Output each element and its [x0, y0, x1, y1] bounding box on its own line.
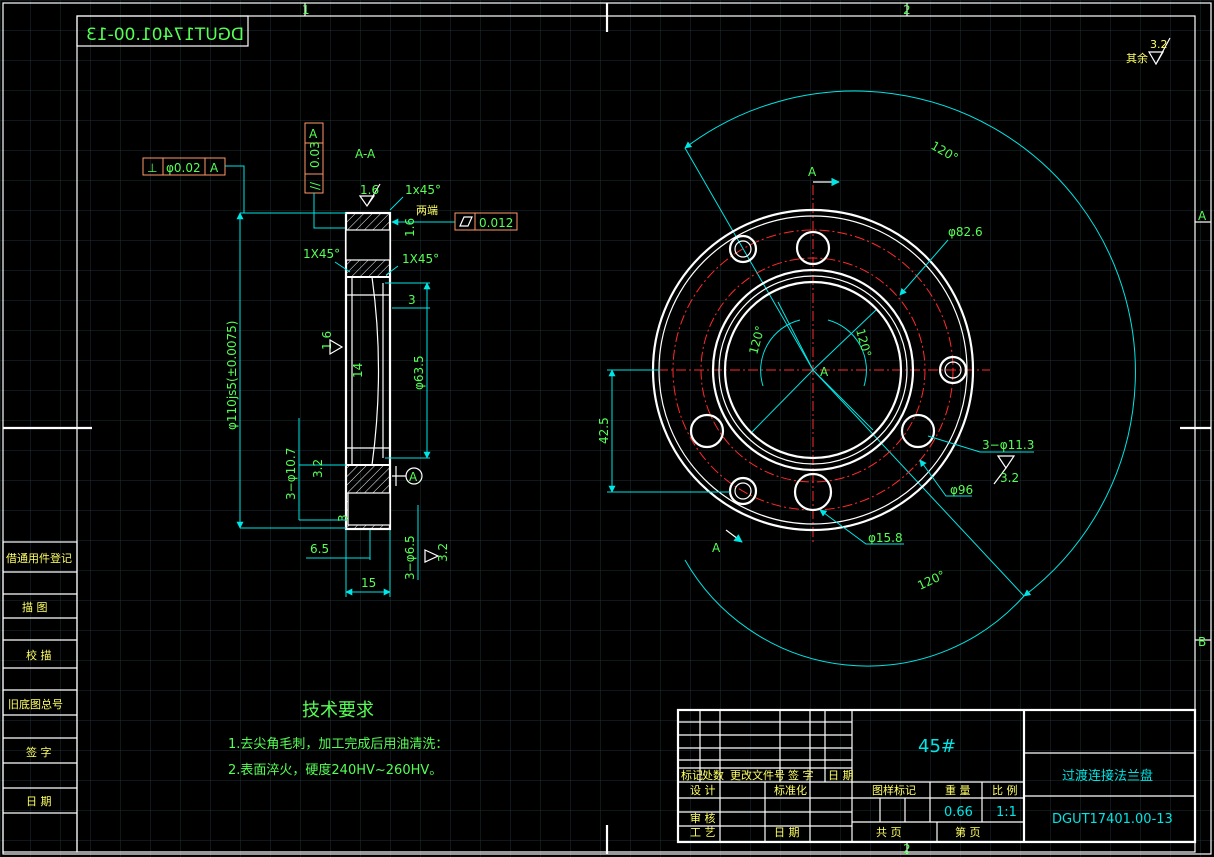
tech-req-title: 技术要求 — [302, 700, 374, 721]
zone-label-right-b: B — [1198, 635, 1206, 649]
rev-header-date: 日 期 — [828, 769, 854, 782]
dim-chamfer-top: 1x45° — [405, 183, 441, 197]
dim-diam-inner: φ63.5 — [412, 355, 426, 390]
drawing-number: DGUT17401.00-13 — [1052, 812, 1173, 827]
parallel-tol-symbol: // — [308, 181, 322, 190]
side-label-register: 借通用件登记 — [6, 551, 72, 565]
dim-42-5: 42.5 — [597, 417, 611, 444]
zone-label-top-1: 1 — [302, 3, 310, 17]
stamp-code: DGUT17401.00-13 — [86, 25, 244, 45]
dim-82-6: φ82.6 — [948, 225, 983, 239]
side-label-sign: 签 字 — [26, 745, 52, 759]
label-sheets-total: 共 页 — [876, 826, 902, 839]
zone-label-right-a: A — [1198, 209, 1207, 223]
dim-15: 15 — [361, 576, 376, 590]
side-label-old-number: 旧底图总号 — [8, 697, 63, 711]
side-label-trace: 描 图 — [22, 600, 48, 614]
rev-header-sign: 签 字 — [788, 768, 814, 782]
note-both-ends: 两端 — [416, 204, 438, 217]
roughness-value: 3.2 — [1150, 38, 1168, 51]
dim-6-5: 6.5 — [310, 542, 329, 556]
label-check: 审 核 — [690, 811, 716, 825]
roughness-note: 其余 — [1126, 51, 1148, 65]
dim-chamfer-right: 1X45° — [402, 252, 439, 266]
label-weight: 重 量 — [945, 783, 971, 797]
center-label: A — [820, 365, 829, 379]
parallel-tol-value: 0.03 — [308, 141, 322, 168]
material-value: 45# — [918, 736, 956, 757]
side-label-check: 校 描 — [26, 648, 52, 662]
part-name: 过渡连接法兰盘 — [1062, 768, 1153, 784]
tech-req-line-1: 1.去尖角毛刺，加工完成后用油清洗： — [228, 737, 448, 752]
dim-3: 3 — [408, 293, 416, 307]
rev-header-file: 更改文件号 — [730, 768, 785, 782]
dim-14: 14 — [351, 363, 365, 378]
section-title: A-A — [355, 147, 376, 161]
label-process: 工 艺 — [690, 826, 716, 839]
rev-header-mark: 标记 — [681, 768, 703, 782]
side-label-date: 日 期 — [26, 795, 52, 808]
label-stage-mark: 图样标记 — [872, 783, 916, 797]
section-mark-top: A — [808, 165, 817, 179]
dim-chamfer-left: 1X45° — [303, 247, 340, 261]
dim-3-small: 3 — [336, 514, 350, 522]
label-date: 日 期 — [774, 826, 800, 839]
dim-holes-65: 3−φ6.5 — [403, 535, 417, 580]
perp-tol-symbol: ⊥ — [147, 161, 157, 175]
zone-label-bottom-2: 2 — [903, 842, 911, 856]
rough-top: 1.6 — [360, 183, 379, 197]
dim-holes-107: 3−φ10.7 — [284, 448, 298, 500]
label-sheet-no: 第 页 — [955, 825, 981, 839]
label-design: 设 计 — [690, 784, 716, 797]
perp-tol-value: φ0.02 — [166, 161, 201, 175]
weight-value: 0.66 — [944, 805, 973, 820]
dim-96: φ96 — [950, 483, 973, 497]
zone-label-top-2: 2 — [903, 3, 911, 17]
label-scale: 比 例 — [992, 783, 1018, 797]
rough-11-3: 3.2 — [1000, 471, 1019, 485]
section-mark-bottom: A — [712, 541, 721, 555]
perp-tol-datum: A — [210, 161, 219, 175]
datum-a-label: A — [409, 470, 418, 484]
label-std: 标准化 — [774, 783, 807, 797]
rough-107: 3.2 — [311, 459, 325, 478]
cad-drawing-canvas: 1 2 2 A B DGUT17401.00-13 其余 3.2 A-A ⊥ φ… — [0, 0, 1214, 857]
dim-holes-11-3: 3−φ11.3 — [982, 438, 1034, 452]
rev-header-count: 处数 — [702, 769, 724, 782]
scale-value: 1:1 — [996, 805, 1017, 820]
dim-diam-outer: φ110js5(±0.0075) — [225, 321, 239, 430]
flat-tol-value: 0.012 — [479, 216, 513, 230]
parallel-tol-datum: A — [309, 127, 318, 141]
dim-15-8: φ15.8 — [868, 531, 903, 545]
rough-right: 1.6 — [403, 218, 417, 237]
rough-65: 3.2 — [436, 543, 450, 562]
tech-req-line-2: 2.表面淬火，硬度240HV~260HV。 — [228, 762, 442, 778]
